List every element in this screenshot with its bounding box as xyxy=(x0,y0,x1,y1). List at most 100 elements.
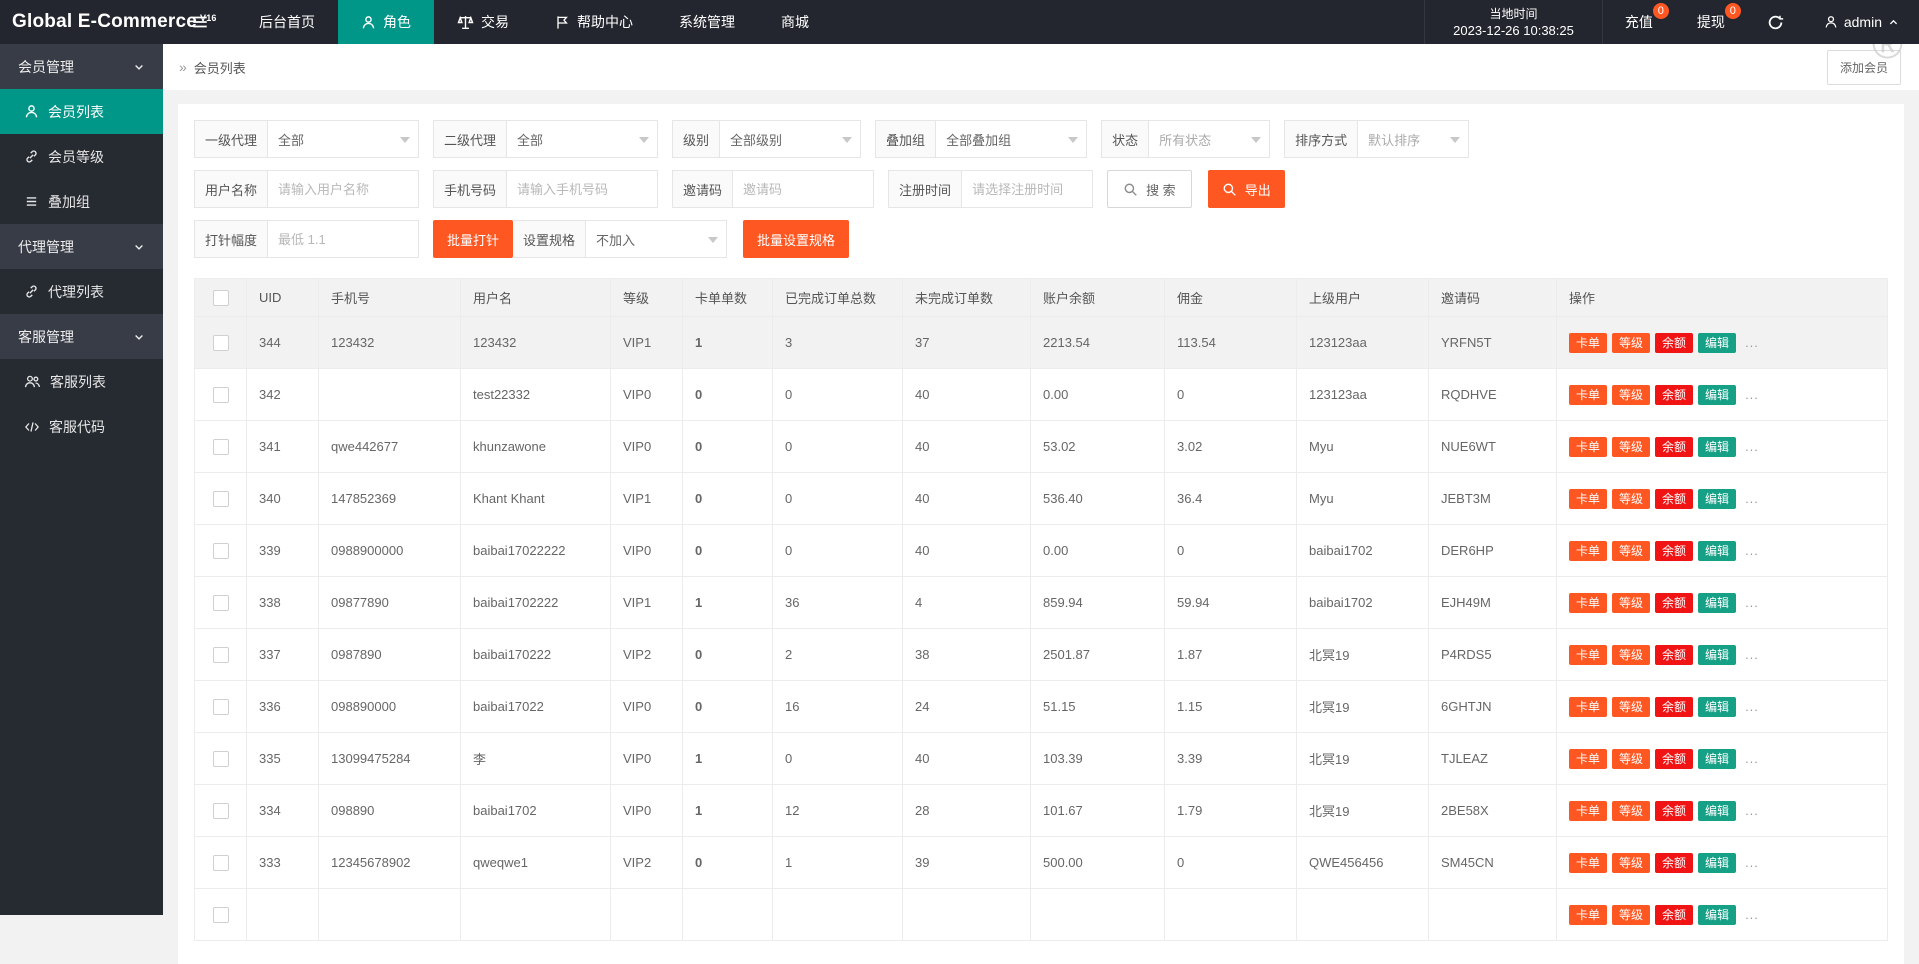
sidebar-item-overlay-group[interactable]: 叠加组 xyxy=(0,179,163,224)
nav-item-role[interactable]: 角色 xyxy=(338,0,434,44)
register-time-input[interactable] xyxy=(962,171,1092,207)
batch-inject-button[interactable]: 批量打针 xyxy=(433,220,513,258)
more-actions-button[interactable]: ... xyxy=(1745,595,1759,610)
more-actions-button[interactable]: ... xyxy=(1745,335,1759,350)
inject-range-input[interactable] xyxy=(268,221,418,257)
level2-agent-select[interactable]: 全部 xyxy=(507,121,657,157)
balance-action-button[interactable]: 余额 xyxy=(1655,853,1693,873)
refresh-button[interactable] xyxy=(1747,0,1804,44)
more-actions-button[interactable]: ... xyxy=(1745,543,1759,558)
batch-spec-button[interactable]: 批量设置规格 xyxy=(743,220,849,258)
edit-action-button[interactable]: 编辑 xyxy=(1698,645,1736,665)
balance-action-button[interactable]: 余额 xyxy=(1655,645,1693,665)
level-action-button[interactable]: 等级 xyxy=(1612,333,1650,353)
row-checkbox[interactable] xyxy=(213,855,229,871)
level1-agent-select[interactable]: 全部 xyxy=(268,121,418,157)
card-order-action-button[interactable]: 卡单 xyxy=(1569,437,1607,457)
recharge-link[interactable]: 充值 0 xyxy=(1603,0,1675,44)
level-action-button[interactable]: 等级 xyxy=(1612,749,1650,769)
more-actions-button[interactable]: ... xyxy=(1745,751,1759,766)
balance-action-button[interactable]: 余额 xyxy=(1655,801,1693,821)
more-actions-button[interactable]: ... xyxy=(1745,855,1759,870)
level-action-button[interactable]: 等级 xyxy=(1612,697,1650,717)
level-action-button[interactable]: 等级 xyxy=(1612,853,1650,873)
level-action-button[interactable]: 等级 xyxy=(1612,385,1650,405)
more-actions-button[interactable]: ... xyxy=(1745,699,1759,714)
edit-action-button[interactable]: 编辑 xyxy=(1698,437,1736,457)
balance-action-button[interactable]: 余额 xyxy=(1655,437,1693,457)
card-order-action-button[interactable]: 卡单 xyxy=(1569,593,1607,613)
edit-action-button[interactable]: 编辑 xyxy=(1698,853,1736,873)
sidebar-item-service-list[interactable]: 客服列表 xyxy=(0,359,163,404)
balance-action-button[interactable]: 余额 xyxy=(1655,541,1693,561)
level-action-button[interactable]: 等级 xyxy=(1612,437,1650,457)
nav-item-trade[interactable]: 交易 xyxy=(434,0,532,44)
more-actions-button[interactable]: ... xyxy=(1745,439,1759,454)
row-checkbox[interactable] xyxy=(213,751,229,767)
sidebar-item-agent-list[interactable]: 代理列表 xyxy=(0,269,163,314)
balance-action-button[interactable]: 余额 xyxy=(1655,489,1693,509)
row-checkbox[interactable] xyxy=(213,595,229,611)
row-checkbox[interactable] xyxy=(213,647,229,663)
edit-action-button[interactable]: 编辑 xyxy=(1698,801,1736,821)
card-order-action-button[interactable]: 卡单 xyxy=(1569,645,1607,665)
more-actions-button[interactable]: ... xyxy=(1745,803,1759,818)
add-member-button[interactable]: 添加会员 xyxy=(1827,50,1901,85)
balance-action-button[interactable]: 余额 xyxy=(1655,697,1693,717)
phone-number-input[interactable] xyxy=(507,171,657,207)
level-action-button[interactable]: 等级 xyxy=(1612,489,1650,509)
more-actions-button[interactable]: ... xyxy=(1745,387,1759,402)
edit-action-button[interactable]: 编辑 xyxy=(1698,489,1736,509)
sidebar-item-service-code[interactable]: 客服代码 xyxy=(0,404,163,449)
nav-item-home[interactable]: 后台首页 xyxy=(236,0,338,44)
edit-action-button[interactable]: 编辑 xyxy=(1698,749,1736,769)
edit-action-button[interactable]: 编辑 xyxy=(1698,593,1736,613)
level-action-button[interactable]: 等级 xyxy=(1612,541,1650,561)
row-checkbox[interactable] xyxy=(213,439,229,455)
sort-order-select[interactable]: 默认排序 xyxy=(1358,121,1468,157)
more-actions-button[interactable]: ... xyxy=(1745,907,1759,922)
sidebar-item-member-list[interactable]: 会员列表 xyxy=(0,89,163,134)
edit-action-button[interactable]: 编辑 xyxy=(1698,333,1736,353)
status-select[interactable]: 所有状态 xyxy=(1149,121,1269,157)
user-menu[interactable]: admin xyxy=(1804,0,1919,44)
balance-action-button[interactable]: 余额 xyxy=(1655,333,1693,353)
edit-action-button[interactable]: 编辑 xyxy=(1698,697,1736,717)
balance-action-button[interactable]: 余额 xyxy=(1655,385,1693,405)
sidebar-group-service-management[interactable]: 客服管理 xyxy=(0,314,163,359)
level-action-button[interactable]: 等级 xyxy=(1612,801,1650,821)
search-button[interactable]: 搜 索 xyxy=(1107,170,1192,208)
more-actions-button[interactable]: ... xyxy=(1745,491,1759,506)
card-order-action-button[interactable]: 卡单 xyxy=(1569,333,1607,353)
nav-item-system[interactable]: 系统管理 xyxy=(656,0,758,44)
level-action-button[interactable]: 等级 xyxy=(1612,645,1650,665)
sidebar-item-member-level[interactable]: 会员等级 xyxy=(0,134,163,179)
level-action-button[interactable]: 等级 xyxy=(1612,593,1650,613)
card-order-action-button[interactable]: 卡单 xyxy=(1569,853,1607,873)
edit-action-button[interactable]: 编辑 xyxy=(1698,541,1736,561)
card-order-action-button[interactable]: 卡单 xyxy=(1569,801,1607,821)
invite-code-input[interactable] xyxy=(733,171,873,207)
export-button[interactable]: 导出 xyxy=(1208,170,1285,208)
nav-item-help-center[interactable]: 帮助中心 xyxy=(532,0,656,44)
card-order-action-button[interactable]: 卡单 xyxy=(1569,697,1607,717)
balance-action-button[interactable]: 余额 xyxy=(1655,593,1693,613)
card-order-action-button[interactable]: 卡单 xyxy=(1569,541,1607,561)
row-checkbox[interactable] xyxy=(213,699,229,715)
sidebar-group-member-management[interactable]: 会员管理 xyxy=(0,44,163,89)
level-select[interactable]: 全部级别 xyxy=(720,121,860,157)
card-order-action-button[interactable]: 卡单 xyxy=(1569,749,1607,769)
row-checkbox[interactable] xyxy=(213,491,229,507)
card-order-action-button[interactable]: 卡单 xyxy=(1569,385,1607,405)
edit-action-button[interactable]: 编辑 xyxy=(1698,385,1736,405)
sidebar-group-agent-management[interactable]: 代理管理 xyxy=(0,224,163,269)
balance-action-button[interactable]: 余额 xyxy=(1655,749,1693,769)
select-all-checkbox[interactable] xyxy=(213,290,229,306)
row-checkbox[interactable] xyxy=(213,335,229,351)
row-checkbox[interactable] xyxy=(213,387,229,403)
nav-item-mall[interactable]: 商城 xyxy=(758,0,832,44)
withdraw-link[interactable]: 提现 0 xyxy=(1675,0,1747,44)
more-actions-button[interactable]: ... xyxy=(1745,647,1759,662)
row-checkbox[interactable] xyxy=(213,543,229,559)
overlay-group-select[interactable]: 全部叠加组 xyxy=(936,121,1086,157)
